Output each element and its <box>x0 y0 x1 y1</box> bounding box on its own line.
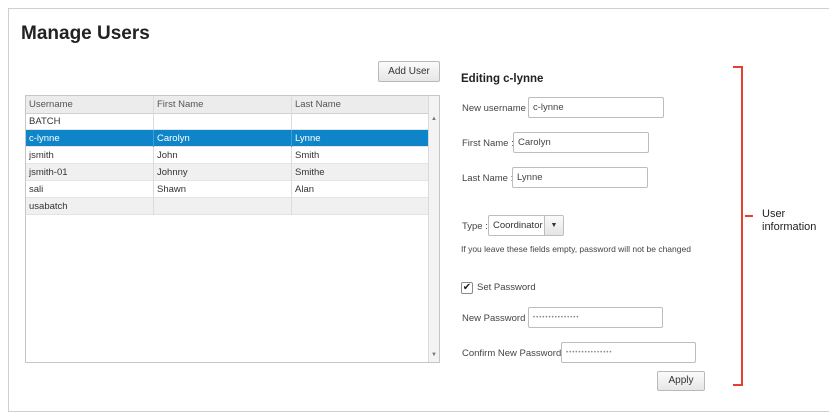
last-name-cell: Lynne <box>292 130 430 147</box>
page-title: Manage Users <box>21 23 150 44</box>
first-name-cell <box>154 198 292 215</box>
caret-down-icon[interactable]: ▼ <box>544 216 563 235</box>
checkmark-icon: ✔ <box>462 282 472 293</box>
table-scrollbar[interactable]: ▲ ▼ <box>428 96 439 362</box>
username-cell: jsmith-01 <box>26 164 154 181</box>
table-row[interactable]: jsmith-01 Johnny Smithe <box>26 164 430 181</box>
first-name-cell <box>154 113 292 130</box>
apply-button[interactable]: Apply <box>657 371 705 391</box>
annotation-line-2: information <box>762 221 817 233</box>
arrow-down-icon[interactable]: ▼ <box>431 352 437 358</box>
table-row[interactable]: BATCH <box>26 113 430 130</box>
first-name-cell: Johnny <box>154 164 292 181</box>
username-input[interactable] <box>528 97 664 118</box>
users-table: Username First Name Last Name BATCH c-ly… <box>25 95 440 363</box>
editor-heading: Editing c-lynne <box>461 73 544 85</box>
last-name-cell: Smithe <box>292 164 430 181</box>
annotation-line-1: User <box>762 208 786 220</box>
add-user-button[interactable]: Add User <box>378 61 440 82</box>
confirm-password-input[interactable] <box>561 342 696 363</box>
table-row[interactable]: usabatch <box>26 198 430 215</box>
username-cell: usabatch <box>26 198 154 215</box>
column-header-username[interactable]: Username <box>26 96 154 113</box>
username-cell: jsmith <box>26 147 154 164</box>
arrow-up-icon[interactable]: ▲ <box>431 116 437 122</box>
last-name-cell <box>292 198 430 215</box>
type-label: Type : <box>462 221 488 232</box>
last-name-input[interactable] <box>512 167 648 188</box>
first-name-cell: John <box>154 147 292 164</box>
table-row[interactable]: sali Shawn Alan <box>26 181 430 198</box>
type-dropdown[interactable]: Coordinator ▼ <box>488 215 564 236</box>
first-name-input[interactable] <box>513 132 649 153</box>
new-password-label: New Password : <box>462 313 531 324</box>
first-name-cell: Shawn <box>154 181 292 198</box>
user-information-annotation: User information <box>762 208 816 234</box>
last-name-cell <box>292 113 430 130</box>
table-row-selected[interactable]: c-lynne Carolyn Lynne <box>26 130 430 147</box>
last-name-cell: Alan <box>292 181 430 198</box>
set-password-checkbox[interactable]: ✔ <box>461 282 473 294</box>
password-hint: If you leave these fields empty, passwor… <box>461 244 691 254</box>
type-value: Coordinator <box>493 220 543 231</box>
column-header-first-name[interactable]: First Name <box>154 96 292 113</box>
new-password-input[interactable] <box>528 307 663 328</box>
username-cell: BATCH <box>26 113 154 130</box>
table-row[interactable]: jsmith John Smith <box>26 147 430 164</box>
first-name-cell: Carolyn <box>154 130 292 147</box>
column-header-last-name[interactable]: Last Name <box>292 96 430 113</box>
last-name-label: Last Name : <box>462 173 514 184</box>
username-cell: sali <box>26 181 154 198</box>
user-information-bracket <box>733 66 743 386</box>
bracket-pointer <box>745 215 753 217</box>
username-cell: c-lynne <box>26 130 154 147</box>
first-name-label: First Name : <box>462 138 514 149</box>
set-password-label: Set Password <box>477 282 536 293</box>
username-label: New username : <box>462 103 532 114</box>
confirm-password-label: Confirm New Password : <box>462 348 567 359</box>
last-name-cell: Smith <box>292 147 430 164</box>
table-header: Username First Name Last Name <box>26 96 430 114</box>
